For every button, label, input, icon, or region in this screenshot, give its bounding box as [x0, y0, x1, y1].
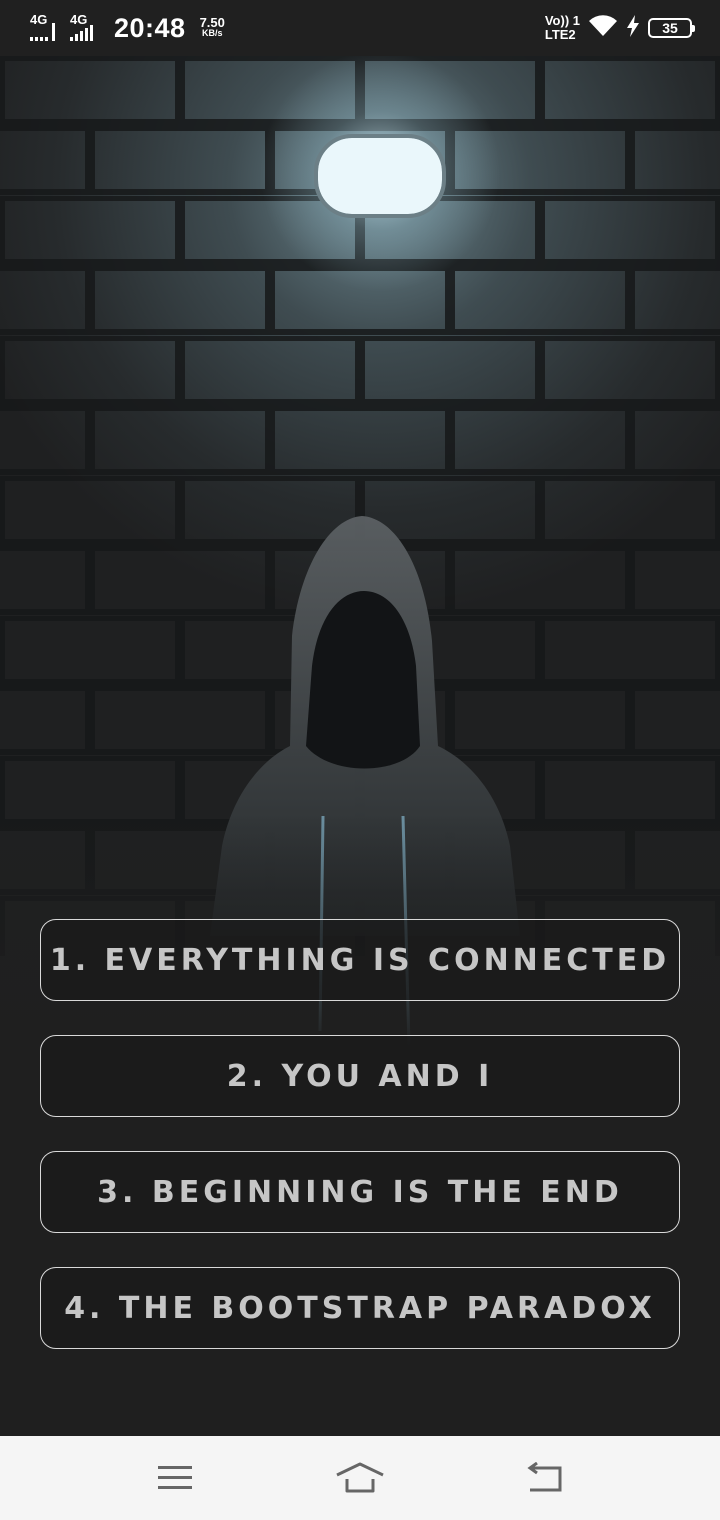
home-button[interactable]	[330, 1448, 390, 1508]
navigation-bar	[0, 1436, 720, 1520]
lte-label: LTE2	[544, 27, 576, 42]
menu-icon	[157, 1466, 192, 1489]
battery-level: 35	[662, 20, 678, 36]
network-speed-unit: KB/s	[201, 28, 223, 38]
sim2-signal-icon: 4G	[70, 13, 104, 43]
volte-label: Vo)) 1	[544, 13, 580, 28]
sim1-signal-icon: 4G	[30, 13, 64, 43]
network-speed-value: 7.50	[199, 15, 225, 30]
clock: 20:48	[114, 12, 186, 43]
episode-4-button[interactable]: 4. THE BOOTSTRAP PARADOX	[40, 1267, 680, 1349]
home-icon	[336, 1462, 384, 1493]
status-right: Vo)) 1 LTE2 35	[545, 14, 695, 43]
back-button[interactable]	[515, 1448, 575, 1508]
back-icon	[527, 1462, 562, 1492]
battery-icon: 35	[648, 18, 695, 38]
volte-indicator: Vo)) 1 LTE2	[545, 14, 580, 42]
status-bar: 4G 4G 20:48 7.50 KB/s Vo)) 1 LTE2 35	[0, 0, 720, 56]
episode-3-button[interactable]: 3. BEGINNING IS THE END	[40, 1151, 680, 1233]
network-speed: 7.50 KB/s	[199, 15, 225, 39]
wifi-icon	[588, 14, 618, 43]
charging-bolt-icon	[626, 14, 640, 43]
episode-1-button[interactable]: 1. EVERYTHING IS CONNECTED	[40, 919, 680, 1001]
recents-button[interactable]	[145, 1448, 205, 1508]
episode-menu: 1. EVERYTHING IS CONNECTED 2. YOU AND I …	[40, 919, 680, 1383]
episode-2-button[interactable]: 2. YOU AND I	[40, 1035, 680, 1117]
status-left: 4G 4G 20:48 7.50 KB/s	[30, 13, 225, 44]
